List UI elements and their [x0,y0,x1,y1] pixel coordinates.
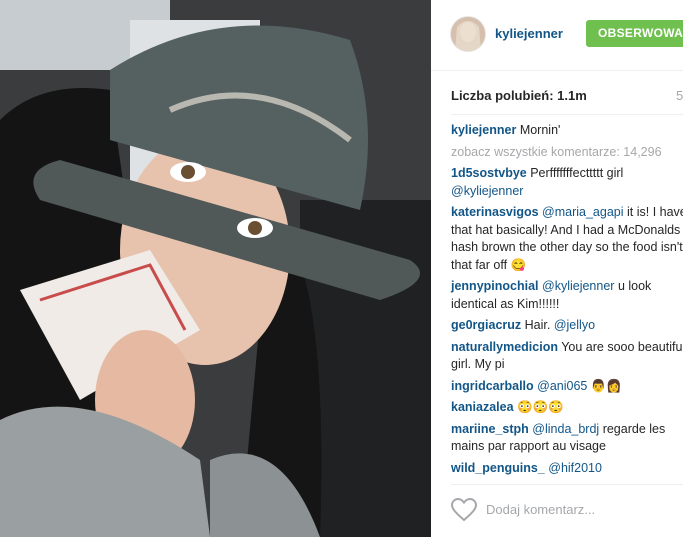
comment-item: ge0rgiacruz Hair. @jellyo [451,317,683,335]
post-header: kyliejenner OBSERWOWANE [431,0,683,71]
header-username[interactable]: kyliejenner [495,26,563,41]
selfie-image [0,0,431,537]
post-sidebar: kyliejenner OBSERWOWANE Liczba polubień:… [431,0,683,537]
caption-text: Mornin' [519,123,561,137]
post-photo[interactable] [0,0,431,537]
comment-username[interactable]: jennypinochial [451,279,539,293]
comment-mention[interactable]: @maria_agapi [542,205,623,219]
comment-mention[interactable]: @linda_brdj [532,422,599,436]
add-comment-input[interactable]: Dodaj komentarz... [486,502,595,517]
comment-username[interactable]: ge0rgiacruz [451,318,521,332]
comment-mention[interactable]: @ani065 [537,379,587,393]
comment-username[interactable]: katerinasvigos [451,205,539,219]
comment-item: jennypinochial @kyliejenner u look ident… [451,278,683,313]
comment-item: ingridcarballo @ani065 👨‍👩 [451,378,683,396]
divider [451,484,683,485]
comments-list: kyliejenner Mornin' zobacz wszystkie kom… [451,122,683,481]
comment-username[interactable]: wild_penguins_ [451,461,545,475]
avatar-image [451,17,485,51]
heart-icon[interactable] [450,497,478,522]
comment-mention[interactable]: @kyliejenner [542,279,614,293]
comment-text: 😳😳😳 [517,400,564,414]
follow-button[interactable]: OBSERWOWANE [586,20,683,47]
comment-username[interactable]: kaniazalea [451,400,514,414]
comment-mention[interactable]: @kyliejenner [451,184,523,198]
comment-item: kaniazalea 😳😳😳 [451,399,683,417]
caption: kyliejenner Mornin' [451,122,683,140]
caption-username[interactable]: kyliejenner [451,123,516,137]
comment-text: Perfffffffecttttt girl [530,166,624,180]
comment-text: 👨‍👩 [590,378,622,393]
comment-username[interactable]: naturallymedicion [451,340,558,354]
avatar[interactable] [450,16,486,52]
comment-mention[interactable]: @hif2010 [548,461,602,475]
comment-username[interactable]: mariine_stph [451,422,529,436]
post-time[interactable]: 5 [676,88,683,103]
comment-item: naturallymedicion You are sooo beautiful… [451,339,683,374]
comment-username[interactable]: 1d5sostvbye [451,166,527,180]
comment-mention[interactable]: @jellyo [554,318,595,332]
view-all-comments-link[interactable]: zobacz wszystkie komentarze: 14,296 [451,144,683,162]
comment-item: wild_penguins_ @hif2010 [451,460,683,478]
comment-text: Hair. [524,318,551,332]
comment-item: 1d5sostvbye Perfffffffecttttt girl @kyli… [451,165,683,200]
comment-username[interactable]: ingridcarballo [451,379,534,393]
divider [451,114,683,115]
comment-item: mariine_stph @linda_brdj regarde les mai… [451,421,683,456]
likes-count[interactable]: Liczba polubień: 1.1m [451,88,587,103]
comment-item: katerinasvigos @maria_agapi it is! I hav… [451,204,683,274]
